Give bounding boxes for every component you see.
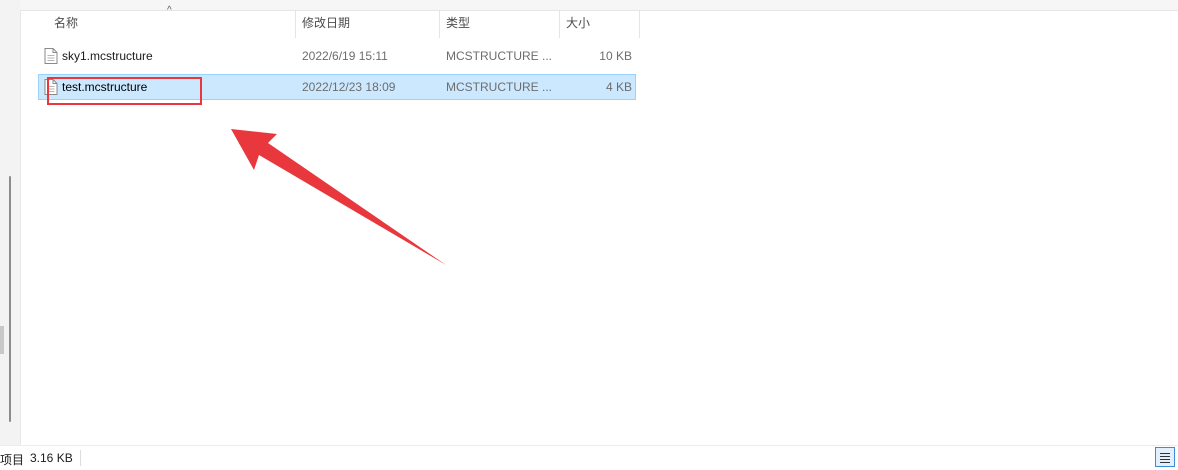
details-view-icon[interactable]: [1155, 447, 1175, 467]
status-item-count: 项目: [0, 453, 25, 467]
status-bar: 项目 3.16 KB: [0, 445, 1178, 470]
annotation-arrow: [231, 129, 446, 265]
status-selected-size: 3.16 KB: [30, 451, 73, 465]
status-divider: [80, 450, 81, 466]
